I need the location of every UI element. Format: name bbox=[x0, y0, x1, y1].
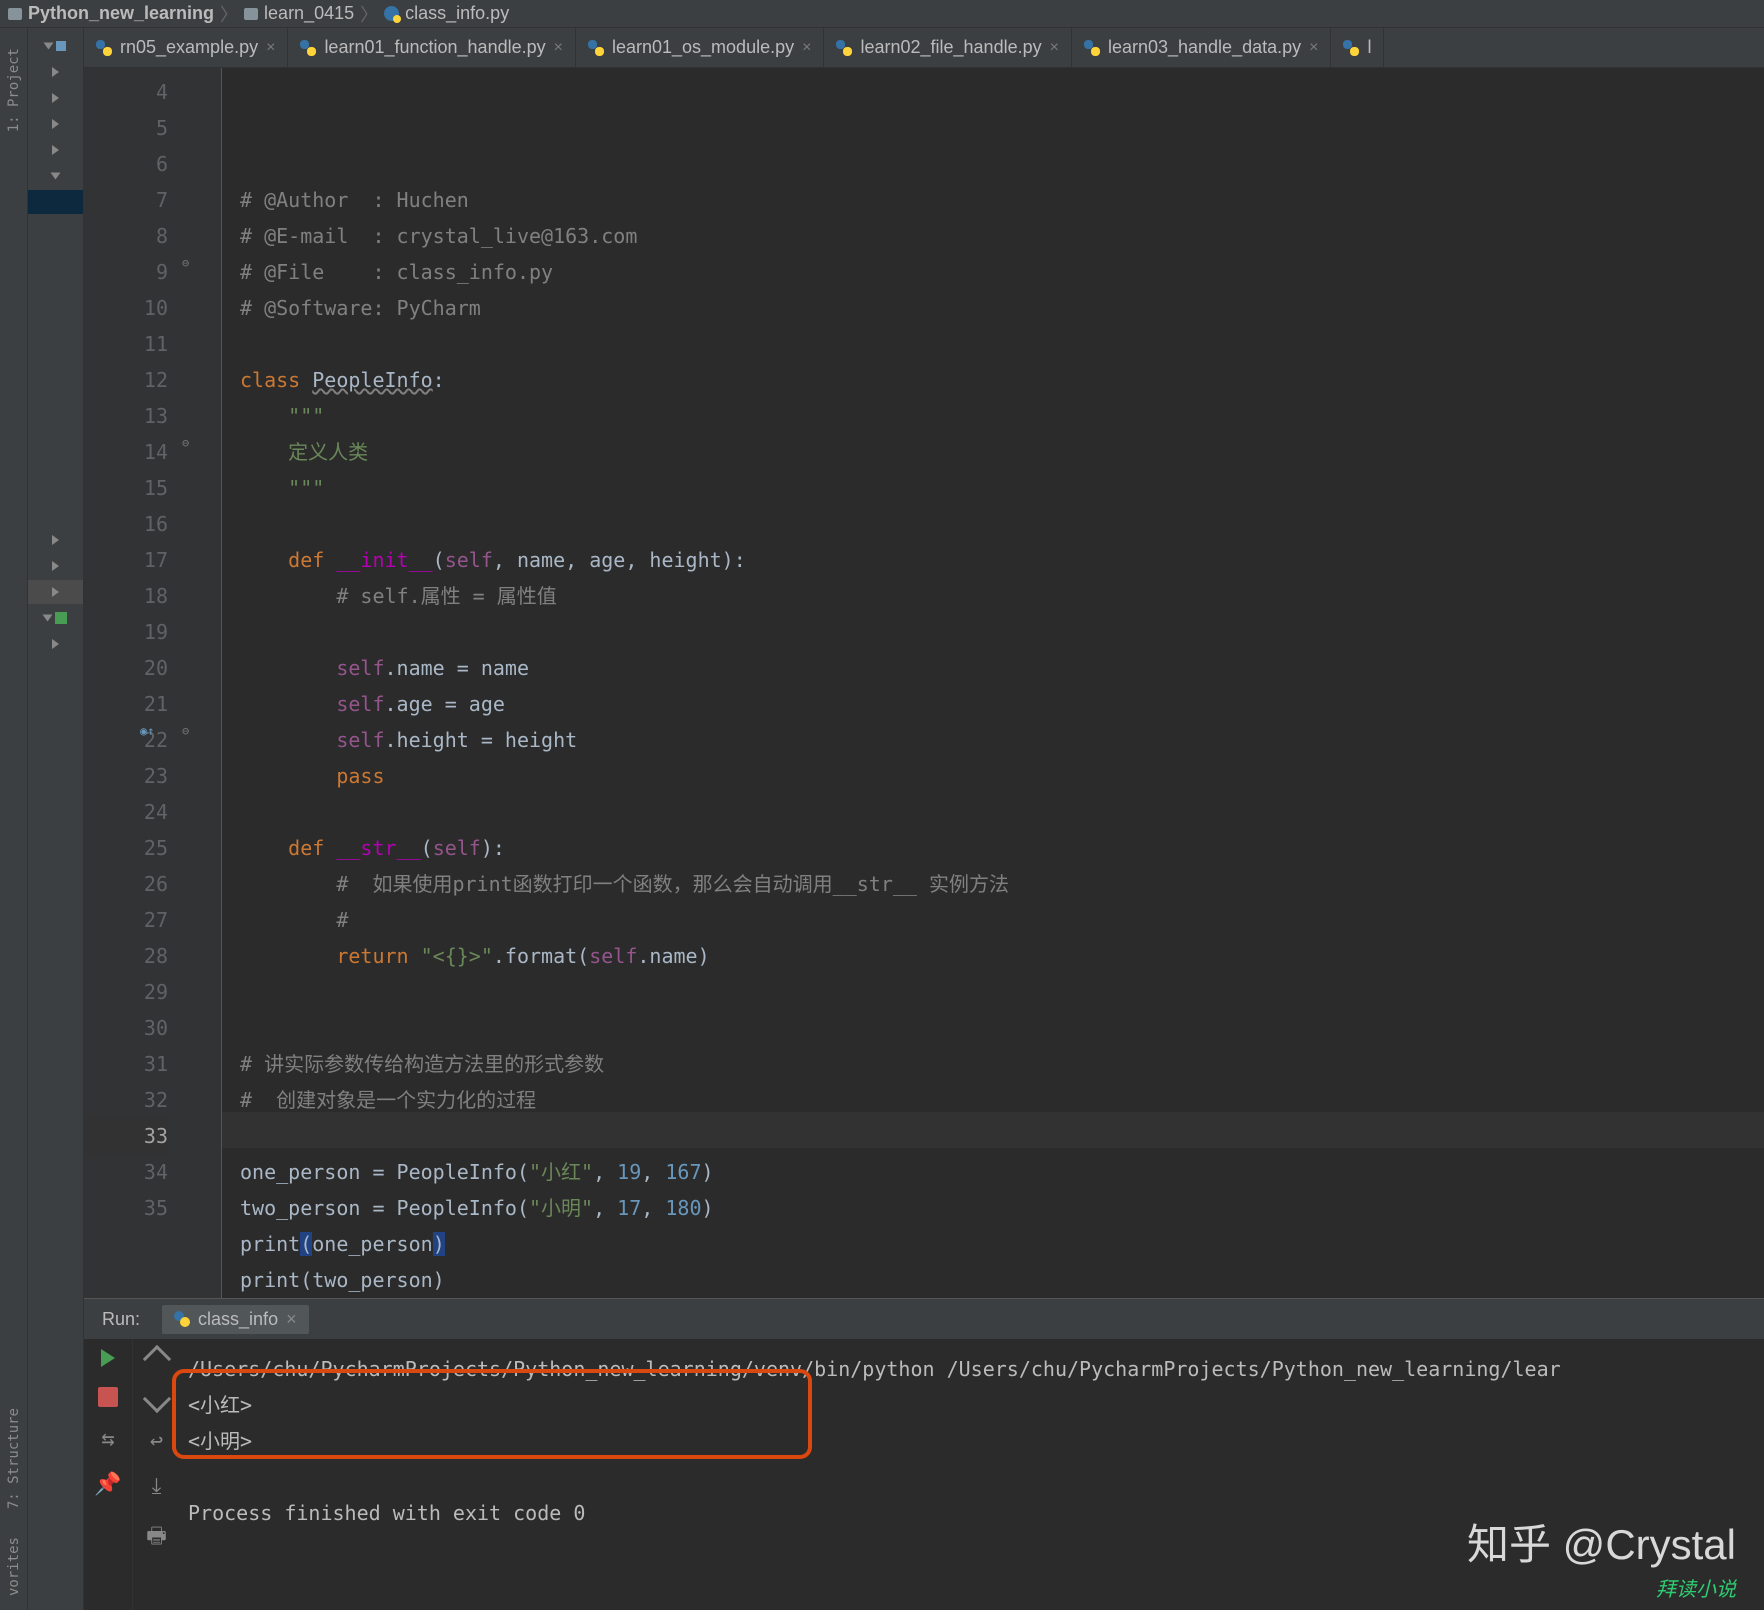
tab-label: rn05_example.py bbox=[120, 37, 258, 58]
expand-icon[interactable] bbox=[52, 67, 59, 77]
breadcrumb-folder[interactable]: learn_0415 bbox=[264, 3, 354, 24]
folder-icon bbox=[244, 8, 258, 20]
close-icon[interactable]: × bbox=[554, 39, 563, 57]
editor-tab[interactable]: l bbox=[1331, 28, 1384, 67]
close-icon[interactable]: × bbox=[1050, 39, 1059, 57]
editor-tab[interactable]: learn03_handle_data.py × bbox=[1072, 28, 1332, 67]
expand-icon[interactable] bbox=[44, 43, 54, 50]
chevron-right-icon: 〉 bbox=[220, 1, 238, 27]
expand-icon[interactable] bbox=[52, 561, 59, 571]
print-icon[interactable]: 🖶 bbox=[146, 1519, 167, 1557]
rerun-icon[interactable] bbox=[101, 1349, 115, 1367]
folder-icon bbox=[56, 41, 66, 51]
run-panel: Run: class_info × ⇆ 📌 ↩ ⤓ bbox=[84, 1298, 1764, 1610]
expand-icon[interactable] bbox=[52, 119, 59, 129]
favorites-tool-button[interactable]: vorites bbox=[6, 1537, 22, 1596]
close-icon[interactable]: × bbox=[802, 39, 811, 57]
tree-selected-node[interactable] bbox=[28, 190, 83, 214]
breadcrumb-file[interactable]: class_info.py bbox=[405, 3, 509, 24]
console-exit: Process finished with exit code 0 bbox=[188, 1495, 1756, 1531]
console-line: <小明> bbox=[188, 1423, 1756, 1459]
expand-icon[interactable] bbox=[52, 145, 59, 155]
python-file-icon bbox=[384, 6, 399, 21]
console-output[interactable]: /Users/chu/PycharmProjects/Python_new_le… bbox=[180, 1339, 1764, 1610]
breadcrumb: Python_new_learning 〉 learn_0415 〉 class… bbox=[0, 0, 1764, 28]
arrow-up-icon[interactable] bbox=[142, 1345, 170, 1373]
close-icon[interactable]: × bbox=[286, 1309, 297, 1330]
scroll-end-icon[interactable]: ⤓ bbox=[152, 1474, 162, 1499]
console-line: <小红> bbox=[188, 1387, 1756, 1423]
expand-icon[interactable] bbox=[51, 173, 61, 180]
line-gutter: 4567891011121314151617181920212223242526… bbox=[84, 68, 178, 1298]
expand-icon bbox=[52, 587, 59, 597]
expand-icon[interactable] bbox=[52, 93, 59, 103]
python-file-icon bbox=[1343, 40, 1359, 56]
expand-icon[interactable] bbox=[52, 535, 59, 545]
layout-icon[interactable]: ⇆ bbox=[101, 1427, 114, 1452]
tab-label: learn03_handle_data.py bbox=[1108, 37, 1301, 58]
run-tab-label: class_info bbox=[198, 1309, 278, 1330]
breadcrumb-project[interactable]: Python_new_learning bbox=[28, 3, 214, 24]
editor-tab[interactable]: learn02_file_handle.py × bbox=[824, 28, 1072, 67]
stop-icon[interactable] bbox=[98, 1387, 118, 1407]
close-icon[interactable]: × bbox=[266, 39, 275, 57]
tree-current-file[interactable] bbox=[28, 580, 83, 604]
python-file-icon bbox=[1084, 40, 1100, 56]
tab-label: learn02_file_handle.py bbox=[860, 37, 1041, 58]
chevron-right-icon: 〉 bbox=[360, 1, 378, 27]
code-area[interactable]: # @Author : Huchen# @E-mail : crystal_li… bbox=[222, 68, 1764, 1298]
run-toolbar-right: ↩ ⤓ 🖶 bbox=[132, 1339, 180, 1610]
run-toolbar-left: ⇆ 📌 bbox=[84, 1339, 132, 1610]
expand-icon[interactable] bbox=[52, 639, 59, 649]
project-tree[interactable] bbox=[28, 28, 84, 1610]
left-tool-strip: 1: Project 7: Structure vorites bbox=[0, 28, 28, 1610]
python-file-icon bbox=[588, 40, 604, 56]
soft-wrap-icon[interactable]: ↩ bbox=[150, 1429, 163, 1454]
tab-label: learn01_function_handle.py bbox=[324, 37, 545, 58]
arrow-down-icon[interactable] bbox=[142, 1385, 170, 1413]
run-label: Run: bbox=[102, 1309, 140, 1330]
python-file-icon bbox=[836, 40, 852, 56]
venv-icon bbox=[55, 612, 67, 624]
close-icon[interactable]: × bbox=[1309, 39, 1318, 57]
project-tool-button[interactable]: 1: Project bbox=[6, 48, 22, 132]
tab-label: l bbox=[1367, 37, 1371, 58]
code-editor[interactable]: 4567891011121314151617181920212223242526… bbox=[84, 68, 1764, 1298]
editor-tab[interactable]: learn01_function_handle.py × bbox=[288, 28, 576, 67]
gutter-marks: ⊖ ⊖ ⊖ ◉↑ bbox=[178, 68, 222, 1298]
editor-tab[interactable]: learn01_os_module.py × bbox=[576, 28, 824, 67]
console-cmd: /Users/chu/PycharmProjects/Python_new_le… bbox=[188, 1351, 1756, 1387]
expand-icon[interactable] bbox=[43, 615, 53, 622]
structure-tool-button[interactable]: 7: Structure bbox=[6, 1408, 22, 1509]
pin-icon[interactable]: 📌 bbox=[94, 1472, 121, 1497]
python-file-icon bbox=[96, 40, 112, 56]
editor-tabbar: rn05_example.py × learn01_function_handle… bbox=[84, 28, 1764, 68]
run-config-tab[interactable]: class_info × bbox=[162, 1305, 309, 1334]
python-file-icon bbox=[174, 1311, 190, 1327]
tab-label: learn01_os_module.py bbox=[612, 37, 794, 58]
folder-icon bbox=[8, 8, 22, 20]
python-file-icon bbox=[300, 40, 316, 56]
editor-tab[interactable]: rn05_example.py × bbox=[84, 28, 288, 67]
